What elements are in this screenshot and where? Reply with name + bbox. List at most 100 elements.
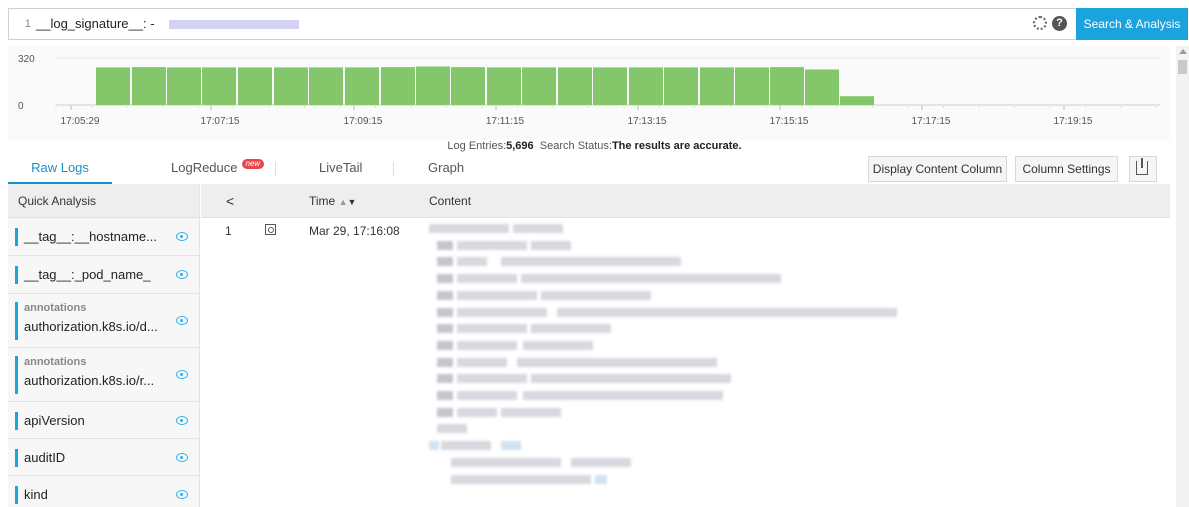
redacted-text-block	[437, 240, 453, 250]
redacted-text-block	[429, 441, 439, 451]
field-label: __tag__:__hostname...	[24, 229, 157, 244]
redacted-text-block	[523, 340, 593, 350]
entries-value: 5,696	[506, 140, 534, 152]
x-tick-label: 17:09:15	[344, 116, 383, 127]
page-scrollbar[interactable]	[1176, 46, 1189, 507]
field-label: auditID	[24, 450, 66, 465]
scroll-thumb[interactable]	[1178, 60, 1187, 74]
display-content-column-button[interactable]: Display Content Column	[868, 156, 1007, 182]
search-analysis-button[interactable]: Search & Analysis	[1076, 8, 1188, 40]
field-item[interactable]: kind	[8, 476, 199, 507]
query-line-number: 1	[24, 18, 31, 30]
field-item[interactable]: __tag__:__hostname...	[8, 218, 199, 256]
x-tick-label: 17:05:29	[61, 116, 100, 127]
redacted-text-block	[437, 340, 453, 350]
sort-up-icon[interactable]: ▲	[339, 197, 348, 207]
entries-label: Log Entries:	[447, 140, 507, 152]
context-view-icon[interactable]	[265, 224, 276, 235]
sort-down-icon[interactable]: ▼	[348, 197, 357, 207]
field-marker	[15, 486, 18, 504]
eye-icon[interactable]	[176, 316, 188, 325]
field-item[interactable]: __tag__:_pod_name_	[8, 256, 199, 294]
redacted-text-block	[457, 240, 527, 250]
field-item[interactable]: annotations authorization.k8s.io/d...	[8, 294, 199, 348]
histogram-bar	[700, 67, 734, 105]
redacted-text-block	[437, 290, 453, 300]
x-tick-label: 17:17:15	[912, 116, 951, 127]
field-marker	[15, 412, 18, 430]
x-tick-label: 17:19:15	[1054, 116, 1093, 127]
redacted-text-block	[457, 257, 487, 267]
redacted-text-block	[437, 374, 453, 384]
help-icon[interactable]: ?	[1052, 16, 1067, 31]
quick-analysis-title: Quick Analysis	[8, 184, 199, 218]
column-settings-button[interactable]: Column Settings	[1015, 156, 1118, 182]
histogram-bar	[345, 67, 379, 105]
histogram-bar	[451, 67, 485, 105]
quick-analysis-sidebar: Quick Analysis __tag__:__hostname... __t…	[8, 184, 200, 507]
histogram-bar	[132, 67, 166, 105]
tab-divider	[393, 162, 394, 176]
tab-logreduce[interactable]: LogReduce new	[171, 152, 265, 184]
field-item[interactable]: auditID	[8, 439, 199, 476]
field-label: apiVersion	[24, 413, 85, 428]
scroll-up-icon[interactable]	[1179, 49, 1187, 54]
redacted-text-block	[457, 357, 507, 367]
histogram-bar	[735, 67, 769, 105]
field-group-label: annotations	[24, 356, 87, 368]
download-button[interactable]	[1129, 156, 1157, 182]
row-index: 1	[225, 224, 232, 238]
field-item[interactable]: apiVersion	[8, 402, 199, 439]
redacted-text-block	[501, 441, 521, 451]
eye-icon[interactable]	[176, 370, 188, 379]
tab-raw-logs[interactable]: Raw Logs	[8, 152, 112, 184]
x-tick-label: 17:15:15	[770, 116, 809, 127]
y-tick-label: 0	[18, 101, 24, 112]
histogram-bar	[664, 67, 698, 105]
redacted-text-block	[457, 391, 517, 400]
time-column-header[interactable]: Time ▲▼	[309, 184, 356, 219]
query-input[interactable]: __log_signature__: -	[36, 9, 155, 39]
log-summary: Log Entries:5,696 Search Status:The resu…	[0, 140, 1189, 152]
redacted-text-block	[457, 290, 537, 300]
histogram-bar	[202, 67, 236, 105]
histogram-bar	[238, 67, 272, 105]
new-badge: new	[241, 159, 265, 169]
tab-graph[interactable]: Graph	[428, 152, 464, 184]
time-column-label: Time	[309, 194, 336, 208]
histogram-bar	[381, 67, 415, 105]
eye-icon[interactable]	[176, 453, 188, 462]
eye-icon[interactable]	[176, 270, 188, 279]
histogram-chart[interactable]: 320 0 17:05:29 17:07:15 17:09:15 17:11:15 17:1…	[8, 46, 1170, 140]
histogram-bar	[96, 67, 130, 105]
collapse-sidebar-button[interactable]: <	[226, 184, 234, 218]
histogram-bar	[522, 67, 556, 105]
redacted-text-block	[437, 324, 453, 334]
histogram-bar	[558, 67, 592, 105]
field-item[interactable]: annotations authorization.k8s.io/r...	[8, 348, 199, 402]
redacted-text-block	[531, 240, 571, 250]
histogram-bar	[593, 67, 627, 105]
content-column-header: Content	[429, 194, 472, 208]
tab-logreduce-label: LogReduce	[171, 160, 238, 175]
redacted-text-block	[437, 407, 453, 417]
redacted-text-block	[437, 424, 467, 434]
eye-icon[interactable]	[176, 416, 188, 425]
gear-icon[interactable]	[1033, 16, 1047, 30]
redacted-text-block	[437, 257, 453, 267]
redacted-text-block	[457, 274, 517, 284]
tab-livetail[interactable]: LiveTail	[319, 152, 362, 184]
log-histogram[interactable]: 320 0 17:05:29 17:07:15 17:09:15 17:11:15 17:1…	[8, 46, 1170, 140]
redacted-text-block	[531, 374, 731, 384]
status-label: Search Status:	[539, 140, 612, 152]
histogram-bar	[416, 66, 450, 105]
redacted-text-block	[437, 307, 453, 317]
tab-divider	[275, 162, 276, 176]
redacted-text-block	[457, 307, 547, 317]
row-time: Mar 29, 17:16:08	[309, 224, 400, 238]
query-bar[interactable]: 1 __log_signature__: - ? Search & Analys…	[8, 8, 1188, 40]
histogram-bar	[840, 96, 874, 105]
eye-icon[interactable]	[176, 490, 188, 499]
eye-icon[interactable]	[176, 232, 188, 241]
x-tick-label: 17:11:15	[486, 116, 525, 127]
